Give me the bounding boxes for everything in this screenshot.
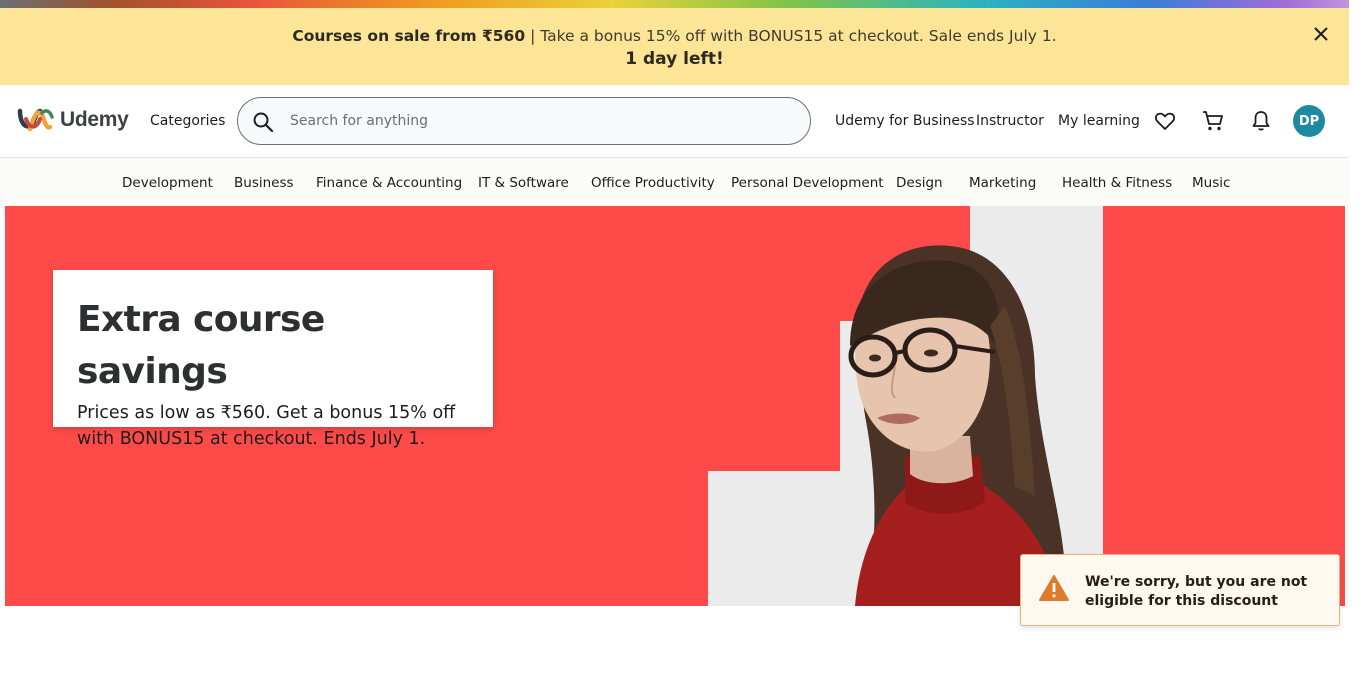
scrollbar[interactable]: [1349, 0, 1366, 682]
warning-icon: [1039, 575, 1069, 601]
search-input[interactable]: [290, 99, 790, 143]
category-development[interactable]: Development: [122, 175, 213, 191]
category-personal-development[interactable]: Personal Development: [731, 175, 884, 191]
hero-banner[interactable]: Extra course savings Prices as low as ₹5…: [5, 206, 1345, 606]
udemy-for-business-link[interactable]: Udemy for Business: [835, 113, 975, 129]
category-design[interactable]: Design: [896, 175, 943, 191]
close-icon[interactable]: [1313, 26, 1329, 42]
category-office-productivity[interactable]: Office Productivity: [591, 175, 715, 191]
hero-title: Extra course savings: [77, 299, 325, 392]
promo-countdown: 1 day left!: [625, 49, 724, 69]
hero-subtitle: Prices as low as ₹560. Get a bonus 15% o…: [77, 403, 456, 449]
hero-promo-card: Extra course savings Prices as low as ₹5…: [53, 270, 493, 449]
search-icon[interactable]: [252, 111, 274, 133]
instructor-link[interactable]: Instructor: [976, 113, 1044, 129]
udemy-logo[interactable]: Udemy: [16, 105, 129, 135]
logo-text: Udemy: [60, 108, 129, 131]
promo-rest-text: | Take a bonus 15% off with BONUS15 at c…: [525, 27, 1057, 45]
udemy-logo-icon: [17, 108, 54, 132]
category-nav-bar: Development Business Finance & Accountin…: [0, 158, 1349, 206]
category-business[interactable]: Business: [234, 175, 294, 191]
cart-icon[interactable]: [1201, 109, 1225, 133]
alert-toast: We're sorry, but you are not eligible fo…: [1020, 554, 1340, 626]
alert-message: We're sorry, but you are not eligible fo…: [1085, 574, 1308, 609]
promo-bold-text: Courses on sale from ₹560: [292, 27, 526, 45]
category-marketing[interactable]: Marketing: [969, 175, 1036, 191]
promo-banner: Courses on sale from ₹560 | Take a bonus…: [0, 8, 1349, 85]
header: Udemy Categories Udemy for Business Inst…: [0, 85, 1349, 158]
category-it-software[interactable]: IT & Software: [478, 175, 569, 191]
promo-message: Courses on sale from ₹560 | Take a bonus…: [0, 27, 1349, 45]
top-rainbow-strip: [0, 0, 1366, 8]
search-bar[interactable]: [237, 97, 811, 145]
notification-bell-icon[interactable]: [1249, 109, 1273, 133]
avatar[interactable]: DP: [1293, 105, 1325, 137]
my-learning-link[interactable]: My learning: [1058, 113, 1140, 129]
category-finance-accounting[interactable]: Finance & Accounting: [316, 175, 462, 191]
category-health-fitness[interactable]: Health & Fitness: [1062, 175, 1172, 191]
wishlist-heart-icon[interactable]: [1153, 109, 1177, 133]
categories-menu[interactable]: Categories: [150, 113, 225, 129]
category-music[interactable]: Music: [1192, 175, 1230, 191]
